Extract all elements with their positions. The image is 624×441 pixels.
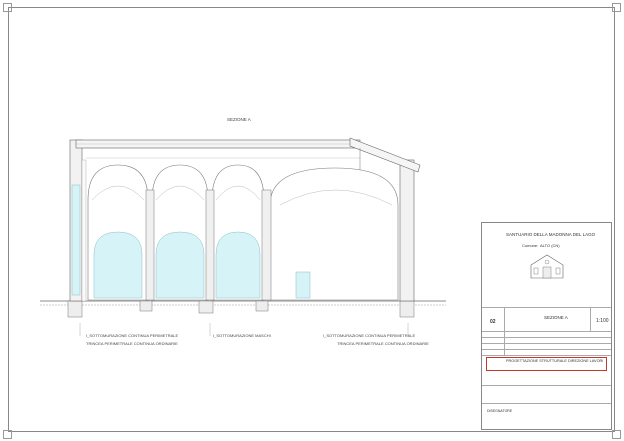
comune-label: Comune: (522, 243, 539, 248)
drawn-by-label: DISEGNATORE (487, 409, 513, 413)
comune-value: ALTO (CN) (540, 243, 560, 248)
project-title: SANTUARIO DELLA MADONNA DEL LAGO (506, 232, 596, 237)
annotation: TRINCEA PERIMETRALE CONTINUA ORDINARIE (337, 341, 429, 346)
sheet-label: SEZIONE A (544, 315, 568, 320)
title-block: SANTUARIO DELLA MADONNA DEL LAGO Comune:… (481, 222, 612, 430)
church-facade-thumbnail (530, 254, 564, 279)
annotation: TRINCEA PERIMETRALE CONTINUA ORDINARIE (86, 341, 178, 346)
annotation: I_SOTTOMURAZIONE CONTINUA PERIMETRALE (323, 333, 416, 338)
company-title: PROGETTAZIONE STRUTTURALE DIREZIONE LAVO… (506, 359, 604, 363)
scale-value: 1:100 (596, 318, 609, 324)
annotation: I_SOTTOMURAZIONE MASCHI (213, 333, 271, 338)
annotation: I_SOTTOMURAZIONE CONTINUA PERIMETRALE (86, 333, 179, 338)
sheet-number: 02 (490, 319, 496, 325)
